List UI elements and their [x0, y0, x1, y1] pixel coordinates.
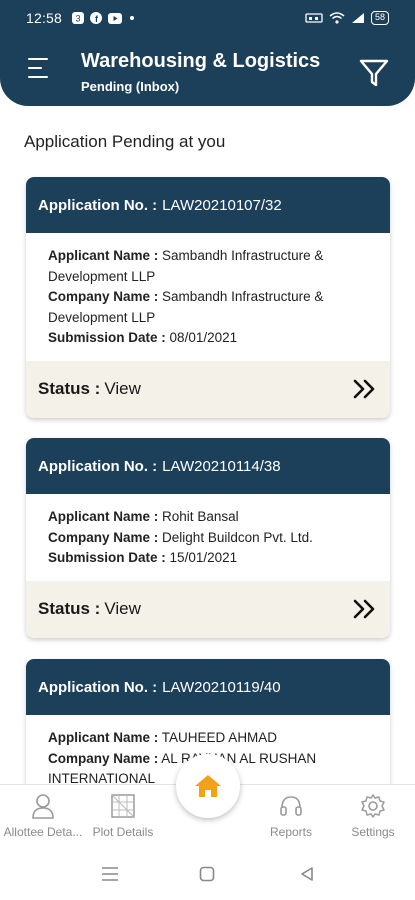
- wifi-icon: [329, 12, 345, 24]
- company-name-row: Company Name : Delight Buildcon Pvt. Ltd…: [48, 528, 368, 549]
- gear-icon: [361, 794, 385, 818]
- status-label: Status :: [38, 599, 101, 618]
- page-title: Warehousing & Logistics: [81, 50, 321, 72]
- double-chevron-right-icon[interactable]: [352, 598, 378, 620]
- nav-allottee-label: Allottee Deta...: [3, 825, 83, 839]
- hamburger-menu-icon[interactable]: [28, 58, 52, 78]
- home-nav-icon[interactable]: [199, 866, 215, 882]
- volte-icon: [305, 13, 323, 23]
- submission-date-row: Submission Date : 15/01/2021: [48, 548, 368, 569]
- page-subtitle: Pending (Inbox): [81, 79, 180, 94]
- signal-icon: [351, 13, 364, 23]
- more-notifications-dot: [130, 16, 135, 20]
- nav-plot-label: Plot Details: [92, 825, 154, 839]
- applicant-name-value: TAUHEED AHMAD: [161, 730, 278, 745]
- home-button[interactable]: [176, 754, 240, 818]
- company-name-label: Company Name :: [48, 750, 159, 766]
- battery-icon: 58: [370, 11, 389, 25]
- home-icon: [195, 775, 221, 797]
- application-header: Application No. : LAW20210119/40: [26, 659, 390, 715]
- nav-reports-label: Reports: [269, 825, 313, 839]
- applicant-name-label: Applicant Name :: [48, 509, 159, 524]
- notification-icons: 3 f: [72, 12, 123, 24]
- application-no-label: Application No. :: [38, 196, 158, 214]
- application-header: Application No. : LAW20210114/38: [26, 438, 390, 494]
- section-title: Application Pending at you: [24, 132, 226, 151]
- person-icon: [32, 794, 54, 819]
- applicant-name-value: Rohit Bansal: [162, 509, 239, 524]
- status-label: Status :: [38, 379, 101, 398]
- applicant-name-row: Applicant Name : Rohit Bansal: [48, 507, 368, 528]
- status-view-link[interactable]: View: [104, 379, 141, 399]
- submission-date-label: Submission Date :: [48, 330, 166, 345]
- headset-icon: [280, 796, 302, 816]
- status-row[interactable]: Status : View: [26, 360, 390, 418]
- nav-allottee-details[interactable]: Allottee Deta...: [0, 793, 86, 839]
- nav-settings[interactable]: Settings: [330, 793, 415, 839]
- applicant-name-row: Applicant Name : TAUHEED AHMAD: [48, 728, 368, 749]
- application-no-label: Application No. :: [38, 678, 158, 696]
- facebook-icon: f: [90, 12, 103, 24]
- back-icon[interactable]: [299, 866, 315, 882]
- filter-icon[interactable]: [357, 56, 391, 90]
- plot-map-icon: [111, 794, 135, 818]
- application-no: LAW20210114/38: [162, 457, 281, 475]
- nav-plot-details[interactable]: Plot Details: [80, 793, 166, 839]
- system-navigation-bar: [0, 850, 415, 900]
- application-card[interactable]: Application No. : LAW20210114/38 Applica…: [26, 438, 390, 638]
- svg-text:3: 3: [76, 14, 81, 24]
- status-time: 12:58: [26, 10, 63, 26]
- submission-date-value: 08/01/2021: [169, 330, 238, 345]
- submission-date-row: Submission Date : 08/01/2021: [48, 328, 368, 349]
- application-no: LAW20210107/32: [162, 196, 282, 214]
- applicant-name-row: Applicant Name : Sambandh Infrastructure…: [48, 246, 368, 287]
- status-row[interactable]: Status : View: [26, 580, 390, 638]
- applicant-name-label: Applicant Name :: [48, 248, 159, 263]
- company-name-row: Company Name : Sambandh Infrastructure &…: [48, 287, 368, 328]
- status-bar: 12:58 3 f 58: [0, 0, 415, 36]
- system-icons: 58: [305, 11, 389, 25]
- company-name-label: Company Name :: [48, 289, 159, 304]
- nav-reports[interactable]: Reports: [248, 793, 334, 839]
- youtube-icon: [108, 12, 123, 24]
- company-name-label: Company Name :: [48, 529, 159, 545]
- app-notification-icon: 3: [72, 12, 85, 24]
- recent-apps-icon[interactable]: [101, 866, 119, 882]
- application-no: LAW20210119/40: [162, 678, 281, 696]
- double-chevron-right-icon[interactable]: [352, 378, 378, 400]
- application-header: Application No. : LAW20210107/32: [26, 177, 390, 233]
- status-view-link[interactable]: View: [104, 599, 141, 619]
- application-details: Applicant Name : Rohit Bansal Company Na…: [26, 494, 390, 581]
- application-card[interactable]: Application No. : LAW20210107/32 Applica…: [26, 177, 390, 418]
- applicant-name-label: Applicant Name :: [48, 730, 159, 745]
- application-no-label: Application No. :: [38, 457, 158, 475]
- application-details: Applicant Name : Sambandh Infrastructure…: [26, 233, 390, 361]
- app-header: 12:58 3 f 58 Warehousing & Logistics Pen…: [0, 0, 415, 106]
- nav-settings-label: Settings: [351, 825, 395, 839]
- company-name-value: Delight Buildcon Pvt. Ltd.: [162, 529, 313, 545]
- submission-date-label: Submission Date :: [48, 550, 166, 565]
- submission-date-value: 15/01/2021: [169, 550, 238, 565]
